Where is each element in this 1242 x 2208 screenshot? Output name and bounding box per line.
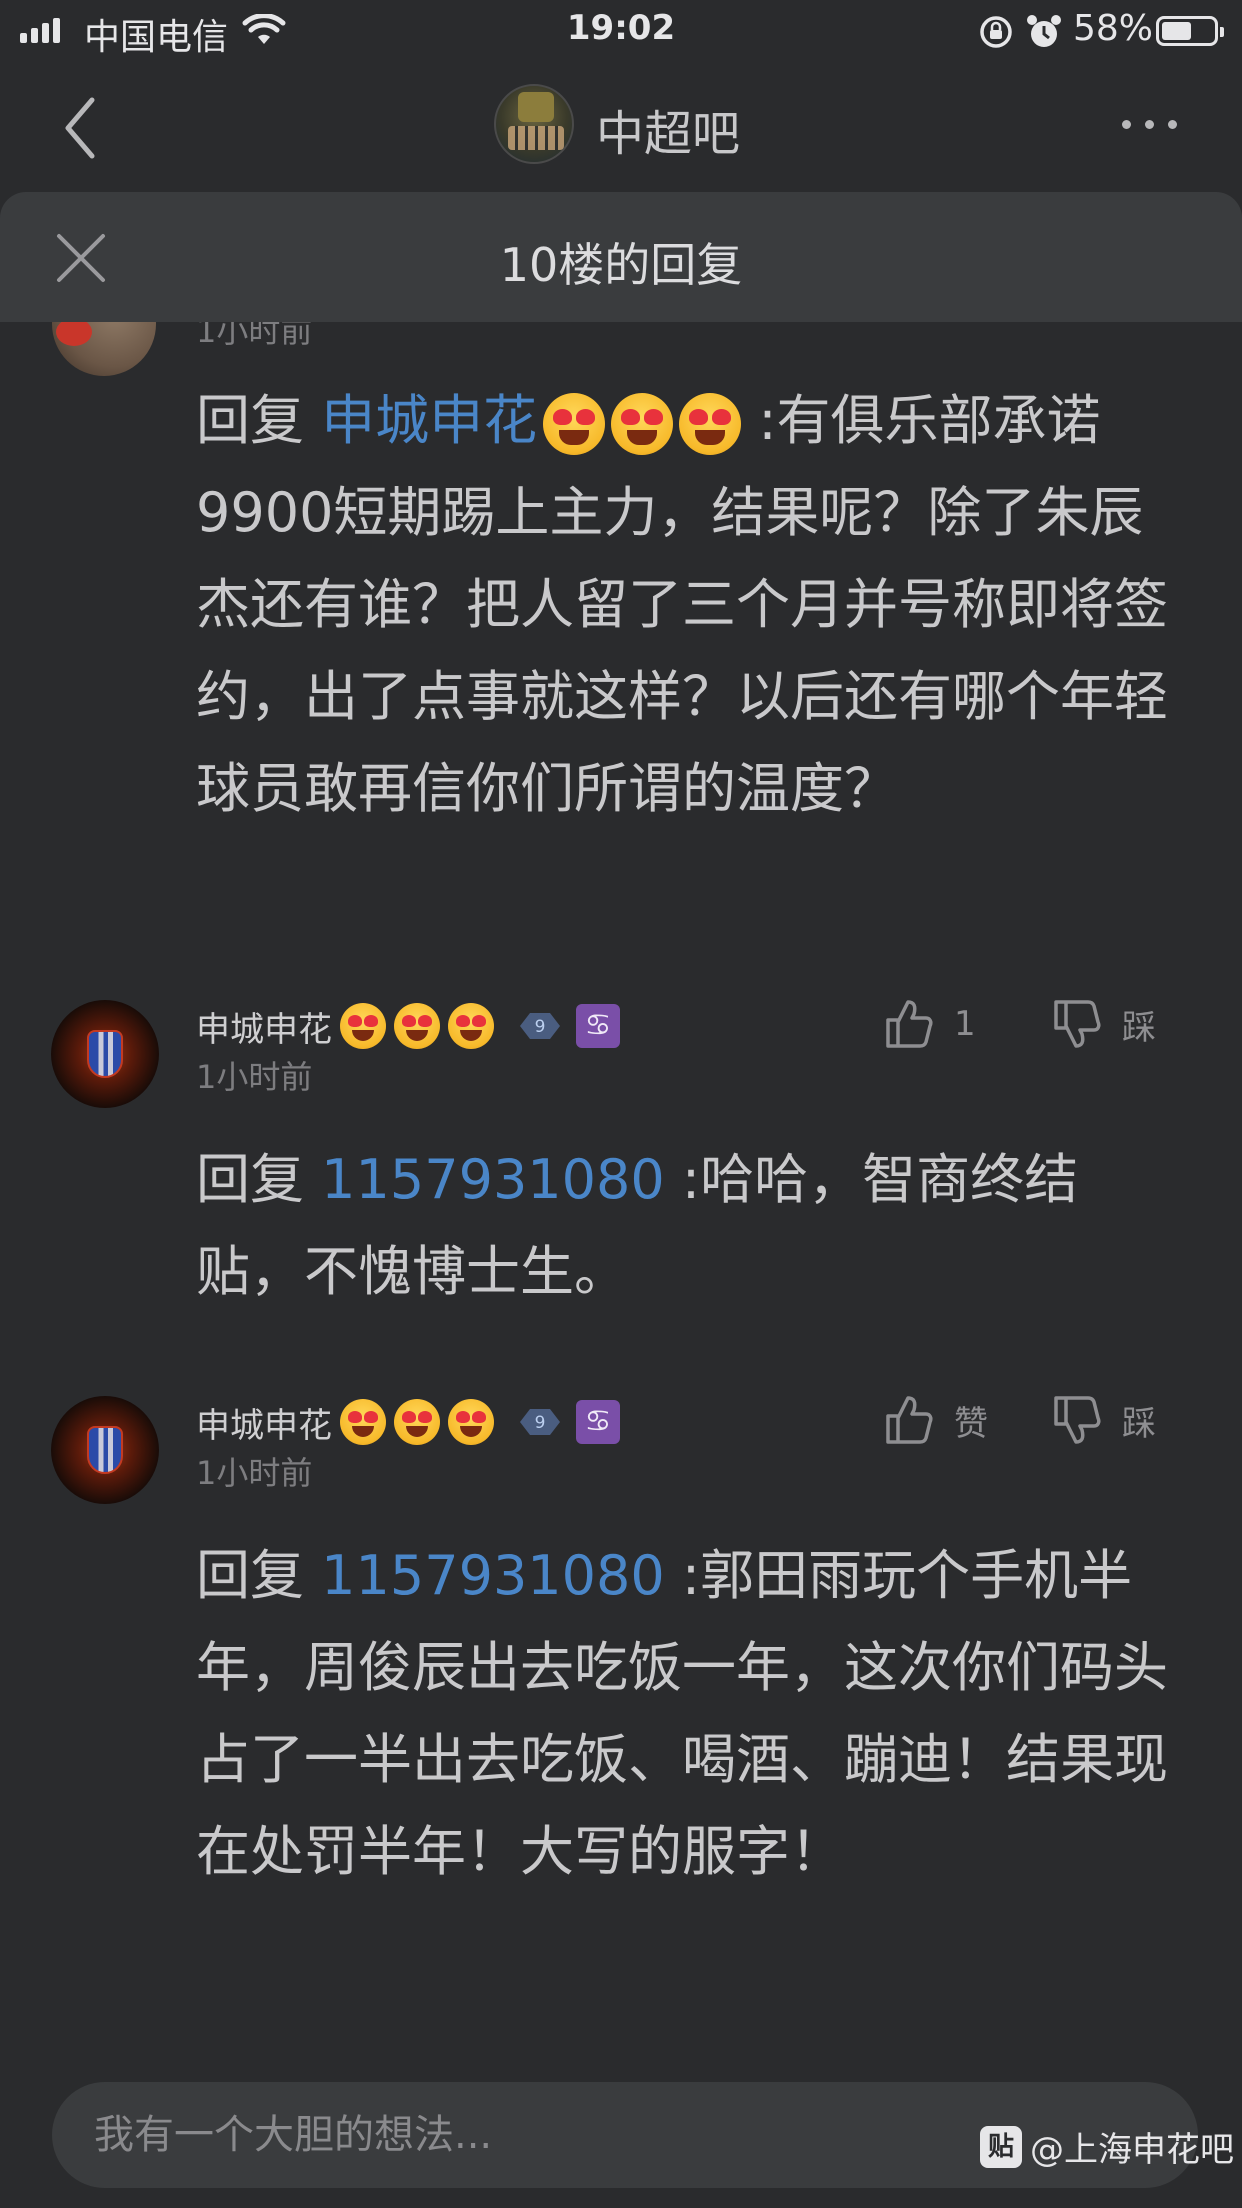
heart-eyes-emoji-icon — [394, 1399, 440, 1445]
replies-list[interactable]: 1小时前 回复 申城申花 :有俱乐部承诺9900短期踢上主力，结果呢？除了朱辰杰… — [0, 322, 1242, 2062]
sheet-title: 10楼的回复 — [499, 238, 743, 292]
reply-prefix: 回复 — [196, 1148, 322, 1211]
status-bar: 中国电信 19:02 58% — [0, 0, 1242, 62]
comment-time: 1小时前 — [196, 1454, 313, 1492]
user-avatar[interactable] — [51, 1000, 159, 1108]
user-avatar[interactable] — [52, 322, 156, 376]
watermark: 贴 @上海申花吧 — [980, 2122, 1234, 2171]
heart-eyes-emoji-icon — [394, 1003, 440, 1049]
heart-eyes-emoji-icon — [679, 393, 742, 456]
zodiac-badge: ♋ — [576, 1400, 620, 1444]
nav-bar: 中超吧 — [0, 62, 1242, 192]
alarm-icon — [1026, 13, 1062, 55]
level-badge: 9 — [516, 1405, 564, 1439]
more-options-icon[interactable] — [1122, 120, 1177, 129]
thumbs-up-icon — [886, 1396, 933, 1444]
level-badge: 9 — [516, 1009, 564, 1043]
heart-eyes-emoji-icon — [448, 1399, 494, 1445]
battery-percent: 58% — [1073, 8, 1154, 49]
like-label: 赞 — [954, 1403, 988, 1444]
comment-body: 回复 1157931080 :郭田雨玩个手机半年，周俊辰出去吃饭一年，这次你们码… — [196, 1530, 1186, 1898]
heart-eyes-emoji-icon — [611, 393, 674, 456]
username[interactable]: 申城申花 — [196, 1398, 332, 1447]
mention-link[interactable]: 申城申花 — [321, 389, 742, 456]
comment-text-rest: 诺9900短期踢上主力，结果呢？除了朱辰杰还有谁？把人留了三个月并号称即将签约，… — [196, 389, 1168, 820]
comment-body: 回复 申城申花 :有俱乐部承诺9900短期踢上主力，结果呢？除了朱辰杰还有谁？把… — [196, 375, 1186, 835]
svg-text:9: 9 — [535, 1413, 546, 1433]
thumbs-up-icon — [886, 1000, 933, 1048]
like-button[interactable]: 1 — [884, 998, 976, 1050]
mention-link[interactable]: 1157931080 — [321, 1544, 665, 1607]
rotation-lock-icon — [978, 14, 1014, 54]
comment-header: 申城申花 9 ♋ — [196, 998, 620, 1054]
tieba-logo-icon: 贴 — [980, 2125, 1022, 2168]
dislike-button[interactable]: 踩 — [1052, 1394, 1156, 1446]
heart-eyes-emoji-icon — [448, 1003, 494, 1049]
dislike-label: 踩 — [1122, 1403, 1156, 1444]
thumbs-down-icon — [1054, 1000, 1101, 1048]
reply-sheet-header: 10楼的回复 — [0, 192, 1242, 322]
comment-body: 回复 1157931080 :哈哈，智商终结贴，不愧博士生。 — [196, 1134, 1186, 1318]
forum-title[interactable]: 中超吧 — [596, 94, 740, 164]
reply-input-bar: 我有一个大胆的想法... 贴 @上海申花吧 — [0, 2062, 1242, 2208]
zodiac-badge: ♋ — [576, 1004, 620, 1048]
mention-link[interactable]: 1157931080 — [321, 1148, 665, 1211]
back-arrow-icon[interactable] — [62, 96, 98, 164]
like-count: 1 — [954, 1004, 976, 1044]
user-avatar[interactable] — [51, 1396, 159, 1504]
comment-header: 申城申花 9 ♋ — [196, 1394, 620, 1450]
heart-eyes-emoji-icon — [543, 393, 606, 456]
forum-avatar[interactable] — [494, 84, 574, 164]
reply-prefix: 回复 — [196, 389, 322, 452]
battery-fill — [1162, 22, 1191, 40]
comment-time: 1小时前 — [196, 322, 313, 350]
reply-prefix: 回复 — [196, 1544, 322, 1607]
dislike-label: 踩 — [1122, 1007, 1156, 1048]
heart-eyes-emoji-icon — [340, 1399, 386, 1445]
dislike-button[interactable]: 踩 — [1052, 998, 1156, 1050]
comment-time: 1小时前 — [196, 1058, 313, 1096]
username[interactable]: 申城申花 — [196, 1002, 332, 1051]
svg-text:9: 9 — [535, 1017, 546, 1037]
comment-text: :有俱乐部承 — [741, 389, 1047, 452]
heart-eyes-emoji-icon — [340, 1003, 386, 1049]
thumbs-down-icon — [1054, 1396, 1101, 1444]
watermark-text: @上海申花吧 — [1030, 2130, 1234, 2170]
like-button[interactable]: 赞 — [884, 1394, 988, 1446]
battery-icon — [1156, 16, 1224, 46]
